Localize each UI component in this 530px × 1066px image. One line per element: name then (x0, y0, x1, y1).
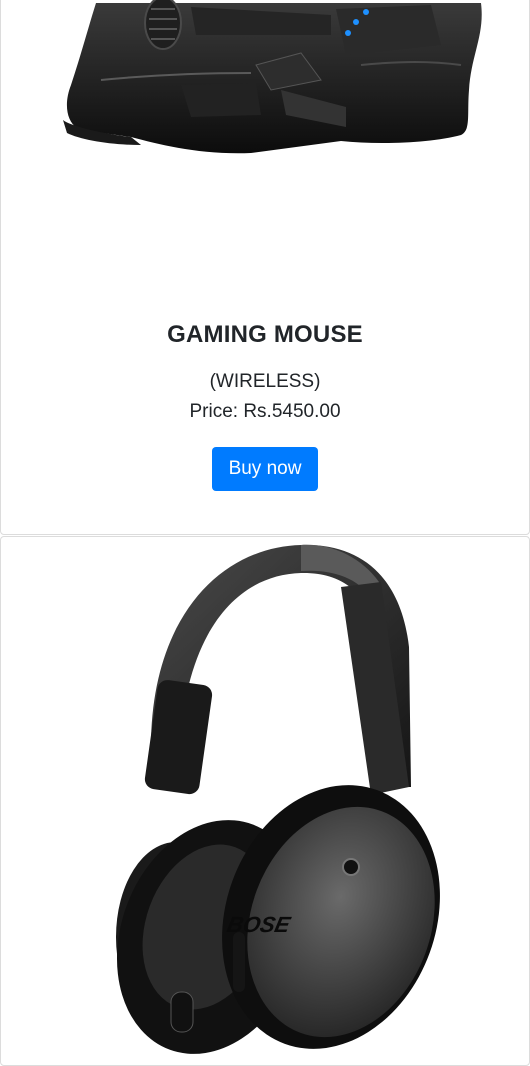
product-subtitle: (WIRELESS) (209, 371, 321, 392)
product-card-headphones: BOSE (0, 536, 530, 1066)
bose-logo: BOSE (225, 912, 294, 937)
headphones-image: BOSE (116, 544, 440, 1054)
card-body: GAMING MOUSE (WIRELESS) Price: Rs.5450.0… (1, 321, 529, 491)
gaming-mouse-image (63, 0, 482, 154)
product-card-gaming-mouse: GAMING MOUSE (WIRELESS) Price: Rs.5450.0… (0, 0, 530, 535)
product-price: Price: Rs.5450.00 (189, 401, 341, 422)
product-title: GAMING MOUSE (167, 321, 363, 348)
buy-now-button[interactable]: Buy now (211, 447, 319, 491)
